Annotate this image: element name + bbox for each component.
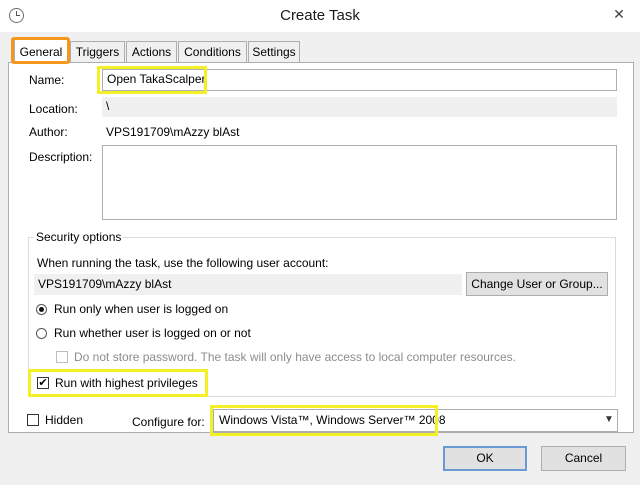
radio-run-logged-on[interactable] [36,304,47,315]
security-options-legend: Security options [34,230,124,244]
change-user-button[interactable]: Change User or Group... [466,272,608,296]
tab-general[interactable]: General [14,39,68,63]
window-title: Create Task [280,7,360,24]
author-label: Author: [29,125,68,139]
account-prompt: When running the task, use the following… [37,256,329,270]
configure-for-label: Configure for: [132,415,205,429]
description-label: Description: [29,150,93,164]
highest-privileges-label[interactable]: Run with highest privileges [55,376,198,390]
highest-privileges-checkbox[interactable]: ✔ [37,377,49,389]
tab-conditions[interactable]: Conditions [178,41,247,62]
name-field[interactable]: Open TakaScalper [102,69,617,91]
hidden-label[interactable]: Hidden [45,413,83,427]
cancel-button[interactable]: Cancel [541,446,626,471]
tab-triggers[interactable]: Triggers [70,41,125,62]
user-account-value: VPS191709\mAzzy blAst [34,274,462,295]
no-store-password-label: Do not store password. The task will onl… [74,350,516,364]
tab-actions[interactable]: Actions [126,41,177,62]
name-label: Name: [29,73,65,87]
dropdown-arrow-icon[interactable]: ▼ [604,414,614,425]
configure-for-value: Windows Vista™, Windows Server™ 2008 [219,413,446,427]
radio-run-whether-label[interactable]: Run whether user is logged on or not [54,326,251,340]
ok-button[interactable]: OK [443,446,527,471]
close-button[interactable]: ✕ [606,4,632,24]
radio-run-whether-logged-on[interactable] [36,328,47,339]
description-textarea[interactable] [102,145,617,220]
radio-run-logged-on-label[interactable]: Run only when user is logged on [54,302,228,316]
author-value: VPS191709\mAzzy blAst [106,125,240,139]
location-value: \ [102,97,617,117]
tab-settings[interactable]: Settings [248,41,300,62]
hidden-checkbox[interactable] [27,414,39,426]
no-store-password-checkbox [56,351,68,363]
checkmark-icon: ✔ [38,377,48,389]
location-label: Location: [29,102,78,116]
title-bar: Create Task ✕ [0,0,640,32]
